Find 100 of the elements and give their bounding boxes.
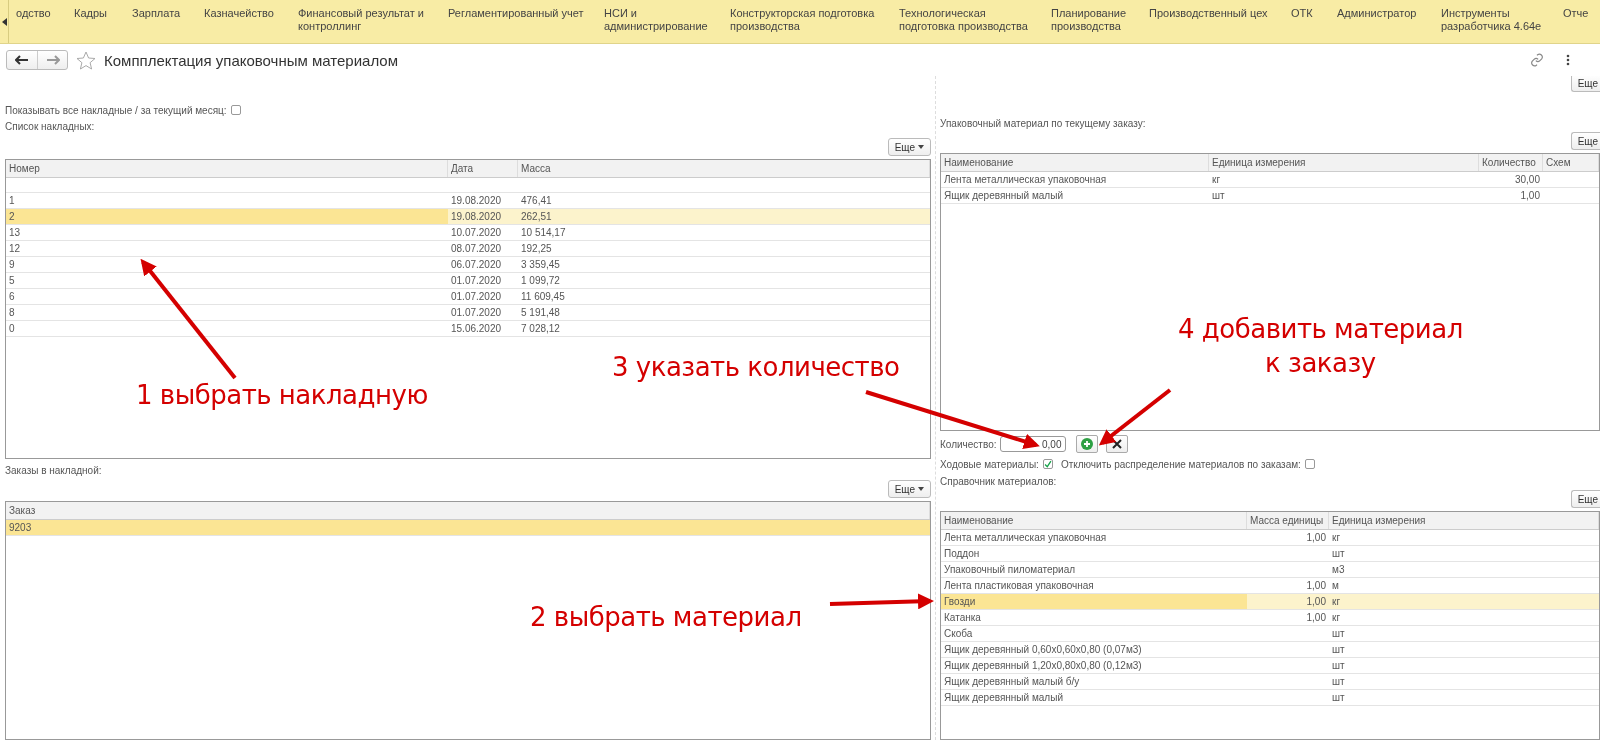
nav-item[interactable]: Отче — [1563, 7, 1593, 20]
nav-item[interactable]: Администратор — [1337, 7, 1434, 20]
table-cell[interactable]: 1,00 — [1247, 594, 1329, 609]
table-cell[interactable]: 30,00 — [1479, 172, 1543, 187]
nav-item[interactable]: Производственный цех — [1149, 7, 1284, 20]
caret-left-icon[interactable] — [1, 18, 7, 26]
nav-item[interactable]: НСИ и администрирование — [604, 7, 723, 33]
add-button[interactable] — [1076, 435, 1099, 453]
table-cell[interactable]: 5 191,48 — [518, 305, 930, 320]
table-cell[interactable]: кг — [1329, 530, 1599, 545]
table-cell[interactable]: 19.08.2020 — [448, 209, 518, 224]
link-icon[interactable] — [1530, 53, 1544, 67]
more-button[interactable]: Еще — [1570, 132, 1600, 150]
table-cell[interactable]: 6 — [6, 289, 448, 304]
nav-item[interactable]: Казначейство — [204, 7, 291, 20]
table-cell[interactable]: Катанка — [941, 610, 1247, 625]
table-cell[interactable]: Ящик деревянный малый — [941, 690, 1247, 705]
nav-item[interactable]: Планирование производства — [1051, 7, 1142, 33]
table-cell[interactable]: 15.06.2020 — [448, 321, 518, 336]
column-header[interactable]: Наименование — [941, 512, 1247, 529]
table-cell[interactable]: 1 099,72 — [518, 273, 930, 288]
table-cell[interactable]: 08.07.2020 — [448, 241, 518, 256]
table-cell[interactable]: шт — [1329, 690, 1599, 705]
table-cell[interactable]: 7 028,12 — [518, 321, 930, 336]
table-cell[interactable]: шт — [1329, 674, 1599, 689]
table-cell[interactable]: Ящик деревянный малый — [941, 188, 1209, 203]
table-cell[interactable]: кг — [1329, 610, 1599, 625]
table-cell[interactable]: шт — [1329, 546, 1599, 561]
table-cell[interactable]: 1 — [6, 193, 448, 208]
nav-item[interactable]: Финансовый результат и контроллинг — [298, 7, 441, 33]
more-button[interactable]: Еще — [887, 138, 931, 156]
table-cell[interactable]: Ящик деревянный 1,20х0,80х0,80 (0,12м3) — [941, 658, 1247, 673]
table-cell[interactable]: м — [1329, 578, 1599, 593]
table-cell[interactable]: 476,41 — [518, 193, 930, 208]
table-cell[interactable]: 1,00 — [1247, 610, 1329, 625]
column-header[interactable]: Заказ — [6, 502, 930, 519]
table-cell[interactable]: кг — [1209, 172, 1479, 187]
column-header[interactable]: Единица измерения — [1329, 512, 1599, 529]
table-cell[interactable]: Упаковочный пиломатериал — [941, 562, 1247, 577]
nav-item[interactable]: ОТК — [1291, 7, 1330, 20]
table-cell[interactable]: 19.08.2020 — [448, 193, 518, 208]
table-cell[interactable]: 1,00 — [1247, 530, 1329, 545]
table-cell[interactable]: шт — [1329, 658, 1599, 673]
column-header[interactable]: Единица измерения — [1209, 154, 1479, 171]
more-vertical-icon[interactable] — [1566, 54, 1570, 66]
table-cell[interactable]: 01.07.2020 — [448, 305, 518, 320]
checkbox[interactable] — [230, 105, 241, 115]
table-cell[interactable]: шт — [1209, 188, 1479, 203]
table-cell[interactable]: 0 — [6, 321, 448, 336]
table-cell[interactable]: Лента металлическая упаковочная — [941, 530, 1247, 545]
table-cell[interactable]: 8 — [6, 305, 448, 320]
table-cell[interactable]: шт — [1329, 642, 1599, 657]
table-cell[interactable]: Поддон — [941, 546, 1247, 561]
table-cell[interactable]: 9 — [6, 257, 448, 272]
table-cell[interactable]: Лента пластиковая упаковочная — [941, 578, 1247, 593]
table-cell[interactable]: 10.07.2020 — [448, 225, 518, 240]
column-header[interactable]: Наименование — [941, 154, 1209, 171]
column-header[interactable]: Номер — [6, 160, 448, 177]
checkbox[interactable] — [1304, 459, 1315, 469]
table-cell[interactable]: 11 609,45 — [518, 289, 930, 304]
checkbox[interactable] — [1042, 459, 1053, 469]
table-cell[interactable]: 3 359,45 — [518, 257, 930, 272]
nav-item[interactable]: Конструкторская подготовка производства — [730, 7, 892, 33]
column-header[interactable]: Масса единицы — [1247, 512, 1329, 529]
more-button[interactable]: Еще — [887, 480, 931, 498]
table-cell[interactable]: Скоба — [941, 626, 1247, 641]
table-cell[interactable]: шт — [1329, 626, 1599, 641]
table-cell[interactable]: 9203 — [6, 520, 930, 535]
table-cell[interactable]: Лента металлическая упаковочная — [941, 172, 1209, 187]
more-button[interactable]: Еще — [1570, 490, 1600, 508]
table-cell[interactable]: 1,00 — [1247, 578, 1329, 593]
nav-item[interactable]: одство — [16, 7, 67, 20]
table-cell[interactable]: 10 514,17 — [518, 225, 930, 240]
table-cell[interactable]: 06.07.2020 — [448, 257, 518, 272]
table-cell[interactable]: 192,25 — [518, 241, 930, 256]
star-icon[interactable] — [76, 50, 96, 70]
table-cell[interactable]: Гвозди — [941, 594, 1247, 609]
quantity-field[interactable]: 0,00 — [1000, 436, 1067, 452]
column-header[interactable]: Дата — [448, 160, 518, 177]
nav-item[interactable]: Инструменты разработчика 4.64е — [1441, 7, 1556, 33]
column-header[interactable]: Количество — [1479, 154, 1543, 171]
table-cell[interactable]: м3 — [1329, 562, 1599, 577]
table-cell[interactable]: 01.07.2020 — [448, 289, 518, 304]
table-cell[interactable]: кг — [1329, 594, 1599, 609]
more-button[interactable]: Еще — [1570, 76, 1600, 92]
table-cell[interactable]: 262,51 — [518, 209, 930, 224]
table-cell[interactable]: 01.07.2020 — [448, 273, 518, 288]
column-header[interactable]: Схем — [1543, 154, 1599, 171]
nav-item[interactable]: Технологическая подготовка производства — [899, 7, 1044, 33]
table-cell[interactable]: 5 — [6, 273, 448, 288]
table-cell[interactable]: Ящик деревянный 0,60х0,60х0,80 (0,07м3) — [941, 642, 1247, 657]
nav-item[interactable]: Регламентированный учет — [448, 7, 597, 20]
table-cell[interactable]: 13 — [6, 225, 448, 240]
column-header[interactable]: Масса — [518, 160, 930, 177]
nav-item[interactable]: Зарплата — [132, 7, 197, 20]
table-cell[interactable]: 12 — [6, 241, 448, 256]
table-cell[interactable]: 2 — [6, 209, 448, 224]
nav-item[interactable]: Кадры — [74, 7, 125, 20]
table-cell[interactable]: 1,00 — [1479, 188, 1543, 203]
table-cell[interactable]: Ящик деревянный малый б/у — [941, 674, 1247, 689]
